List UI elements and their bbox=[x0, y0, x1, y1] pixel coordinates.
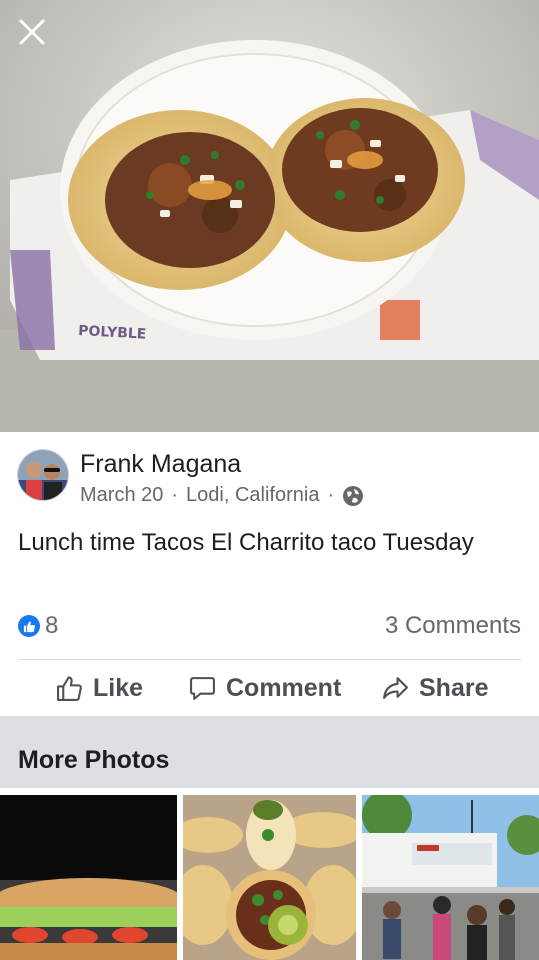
photo-thumbnail[interactable] bbox=[362, 795, 539, 960]
close-icon bbox=[19, 19, 45, 45]
reaction-summary[interactable]: 8 bbox=[18, 612, 58, 640]
divider bbox=[18, 659, 521, 660]
tacos-photo-image: POLYBLE bbox=[0, 0, 539, 432]
globe-icon bbox=[343, 485, 364, 506]
like-button[interactable]: Like bbox=[56, 674, 143, 703]
like-reaction-icon bbox=[18, 615, 40, 637]
share-button[interactable]: Share bbox=[382, 674, 488, 703]
more-photos-header: More Photos bbox=[0, 716, 539, 788]
post-meta: March 20 · Lodi, California · bbox=[80, 484, 364, 507]
comment-icon bbox=[190, 677, 215, 700]
avatar[interactable] bbox=[17, 449, 69, 501]
sandwich-thumbnail-image bbox=[0, 795, 177, 960]
post-caption: Lunch time Tacos El Charrito taco Tuesda… bbox=[18, 529, 474, 556]
more-photos-title: More Photos bbox=[18, 746, 170, 774]
separator-dot: · bbox=[171, 484, 179, 506]
like-label: Like bbox=[93, 674, 144, 702]
more-photos-grid bbox=[0, 795, 539, 960]
close-button[interactable] bbox=[14, 14, 50, 50]
comments-count-link[interactable]: 3 Comments bbox=[385, 612, 521, 640]
tacos-thumbnail-image bbox=[183, 795, 356, 960]
food-truck-thumbnail-image bbox=[362, 795, 539, 960]
like-count: 8 bbox=[45, 612, 59, 639]
share-icon bbox=[383, 677, 408, 699]
action-bar: Like Comment Share bbox=[0, 668, 539, 712]
post-date[interactable]: March 20 bbox=[80, 484, 163, 507]
separator-dot: · bbox=[327, 484, 335, 506]
photo-thumbnail[interactable] bbox=[183, 795, 356, 960]
share-label: Share bbox=[419, 674, 489, 702]
author-name[interactable]: Frank Magana bbox=[80, 450, 241, 479]
post-location[interactable]: Lodi, California bbox=[186, 484, 319, 507]
comment-label: Comment bbox=[226, 674, 342, 702]
post-card: Frank Magana March 20 · Lodi, California… bbox=[0, 432, 539, 716]
comment-button[interactable]: Comment bbox=[189, 674, 341, 703]
photo-thumbnail[interactable] bbox=[0, 795, 177, 960]
post-photo[interactable]: POLYBLE bbox=[0, 0, 539, 432]
thumbs-up-icon bbox=[57, 676, 82, 701]
avatar-image bbox=[18, 450, 68, 500]
